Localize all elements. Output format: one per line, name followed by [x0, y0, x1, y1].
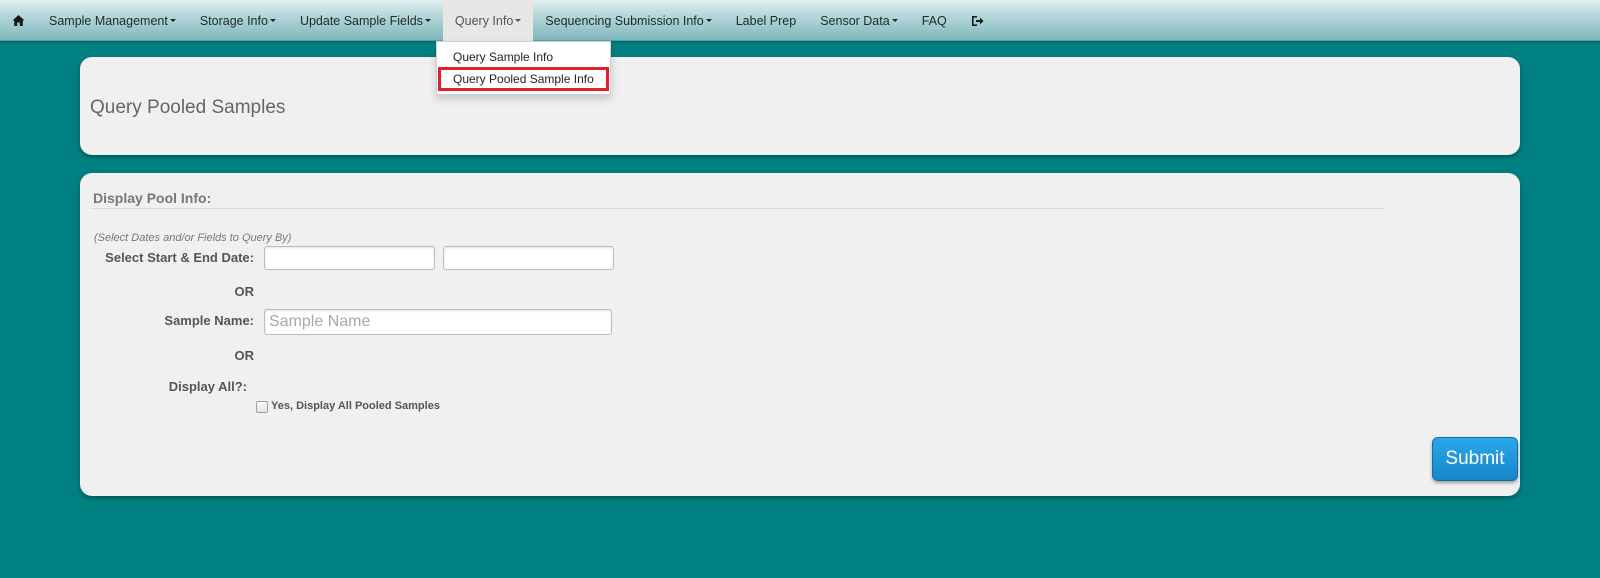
- caret-down-icon: [269, 19, 276, 22]
- menu-item-query-pooled-sample-info[interactable]: Query Pooled Sample Info: [438, 67, 609, 91]
- query-info-dropdown: Query Sample Info Query Pooled Sample In…: [436, 41, 611, 95]
- section-title: Display Pool Info:: [93, 190, 212, 206]
- nav-sample-management[interactable]: Sample Management: [37, 0, 188, 41]
- nav-label: Query Info: [454, 13, 514, 28]
- end-date-input[interactable]: [443, 246, 614, 270]
- or-separator: OR: [234, 284, 255, 299]
- nav-label: Sequencing Submission Info: [545, 13, 704, 28]
- nav-update-sample-fields[interactable]: Update Sample Fields: [288, 0, 443, 41]
- nav-label: Sensor Data: [820, 13, 890, 28]
- display-all-label: Display All?:: [168, 379, 247, 394]
- submit-button[interactable]: Submit: [1432, 437, 1518, 481]
- sample-name-input[interactable]: [264, 309, 612, 335]
- nav-label: Storage Info: [199, 13, 268, 28]
- home-icon: [12, 14, 25, 27]
- section-divider: [91, 208, 1384, 209]
- date-range-label: Select Start & End Date:: [105, 250, 254, 265]
- display-all-checkbox[interactable]: [256, 401, 268, 413]
- sample-name-label: Sample Name:: [164, 313, 254, 328]
- caret-down-icon: [169, 19, 176, 22]
- caret-down-icon: [705, 19, 712, 22]
- nav-storage-info[interactable]: Storage Info: [188, 0, 288, 41]
- caret-down-icon: [424, 19, 431, 22]
- display-all-checkbox-label: Yes, Display All Pooled Samples: [271, 400, 440, 412]
- nav-sequencing-submission-info[interactable]: Sequencing Submission Info: [533, 0, 723, 41]
- caret-down-icon: [891, 19, 898, 22]
- nav-list: Sample Management Storage Info Update Sa…: [0, 0, 1600, 41]
- page-title: Query Pooled Samples: [90, 97, 286, 118]
- nav-label: Sample Management: [49, 13, 168, 28]
- nav-label: Update Sample Fields: [299, 13, 423, 28]
- caret-down-icon: [515, 19, 522, 22]
- nav-sensor-data[interactable]: Sensor Data: [808, 0, 909, 41]
- menu-item-query-sample-info[interactable]: Query Sample Info: [437, 46, 610, 68]
- nav-label: FAQ: [921, 13, 947, 28]
- query-hint: (Select Dates and/or Fields to Query By): [94, 232, 292, 244]
- start-date-input[interactable]: [264, 246, 435, 270]
- nav-home[interactable]: [0, 0, 37, 41]
- nav-logout[interactable]: [959, 0, 996, 41]
- nav-label-prep[interactable]: Label Prep: [724, 0, 808, 41]
- nav-query-info[interactable]: Query Info: [442, 0, 534, 41]
- or-separator: OR: [234, 348, 255, 363]
- logout-icon: [971, 15, 984, 27]
- nav-faq[interactable]: FAQ: [910, 0, 959, 41]
- top-navbar: Sample Management Storage Info Update Sa…: [0, 0, 1600, 41]
- header-panel: [80, 57, 1520, 155]
- nav-label: Label Prep: [735, 13, 797, 28]
